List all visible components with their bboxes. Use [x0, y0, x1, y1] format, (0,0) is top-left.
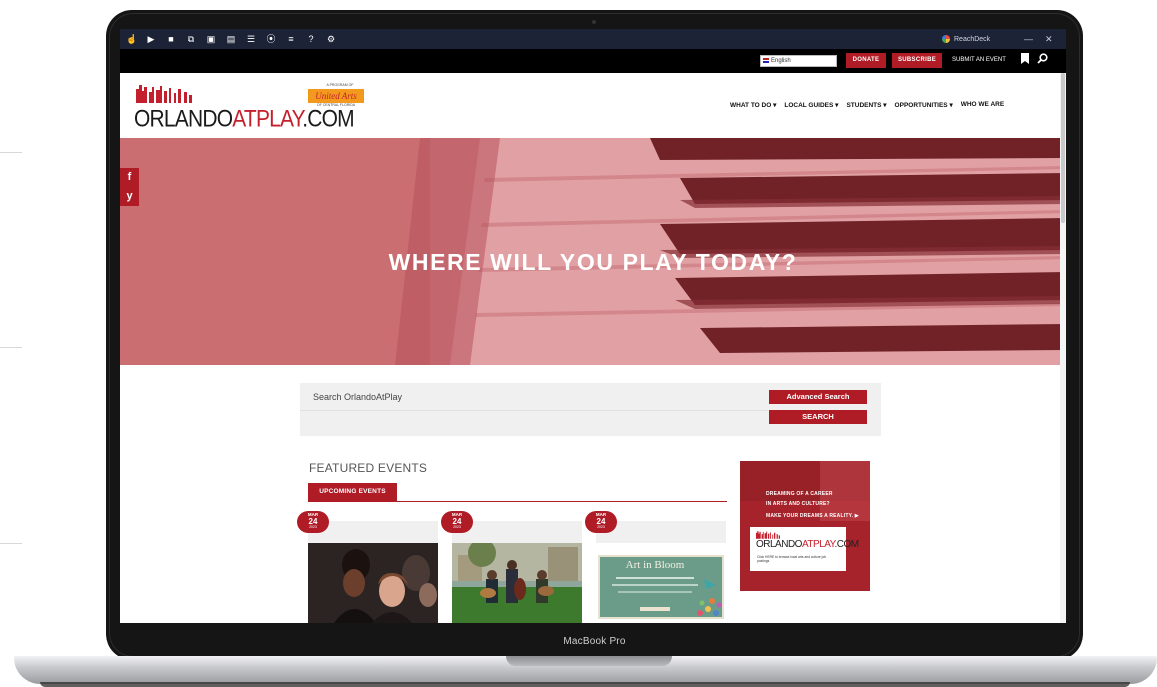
help-icon[interactable]: ?: [306, 29, 316, 49]
extension-toolbar: ☝ ▶ ■ ⧉ ▣ ▤ ☰ ⦿ ≡? ⚙ ReachDeck — ✕: [120, 29, 1066, 49]
twitter-icon[interactable]: y: [120, 187, 139, 206]
ad-logo-suffix: .COM: [834, 539, 860, 550]
hero-title: WHERE WILL YOU PLAY TODAY?: [388, 249, 798, 275]
copy-icon[interactable]: ⧉: [186, 29, 196, 49]
united-arts-subtitle: OF CENTRAL FLORIDA: [316, 103, 356, 107]
nav-who-we-are[interactable]: WHO WE ARE: [961, 101, 1004, 109]
event-image-band: [452, 543, 582, 623]
site-logo[interactable]: ORLANDOATPLAY.COM: [134, 106, 355, 134]
hand-icon[interactable]: ☝: [126, 29, 137, 49]
extension-icons: ☝ ▶ ■ ⧉ ▣ ▤ ☰ ⦿ ≡? ⚙: [126, 29, 336, 49]
ruler-icon[interactable]: ☰: [246, 29, 256, 49]
hero-banner: f y WHERE WILL YOU PLAY TODAY?: [120, 138, 1066, 365]
reachdeck-label: ReachDeck: [954, 35, 991, 43]
settings-icon[interactable]: ⚙: [326, 29, 336, 49]
stop-icon[interactable]: ■: [166, 29, 176, 49]
logo-prefix: ORLANDO: [134, 106, 233, 133]
ad-small-text: Click HERE to browse local arts and cult…: [757, 555, 827, 563]
submit-event-link[interactable]: SUBMIT AN EVENT: [952, 53, 1006, 68]
utility-bar: English DONATE SUBSCRIBE SUBMIT AN EVENT: [120, 49, 1066, 73]
main-nav: WHAT TO DO ▾ LOCAL GUIDES ▾ STUDENTS ▾ O…: [730, 101, 1004, 109]
side-divider: [0, 152, 22, 153]
event-date-badge: MAR 24 2023: [441, 511, 473, 533]
skyline-small-icon: [756, 531, 780, 539]
search-input[interactable]: [300, 383, 768, 411]
subscribe-button[interactable]: SUBSCRIBE: [892, 53, 942, 68]
search-button[interactable]: SEARCH: [769, 410, 867, 424]
ad-logo: ORLANDOATPLAY.COM: [756, 539, 859, 550]
donate-button[interactable]: DONATE: [846, 53, 886, 68]
featured-events-title: FEATURED EVENTS: [309, 461, 428, 475]
tab-underline: [308, 501, 727, 502]
reachdeck-brand[interactable]: ReachDeck: [942, 29, 990, 49]
play-icon[interactable]: ▶: [146, 29, 156, 49]
skyline-logo-icon[interactable]: [136, 83, 206, 103]
chat-icon[interactable]: ⦿: [266, 29, 276, 49]
event-year: 2023: [453, 524, 461, 529]
event-card[interactable]: [308, 521, 438, 623]
laptop-shadow: [40, 682, 1130, 687]
event-card[interactable]: [452, 521, 582, 623]
event-card[interactable]: Art in Bloom: [596, 521, 726, 623]
language-select[interactable]: English: [760, 55, 837, 67]
stage: MacBook Pro ☝ ▶ ■ ⧉ ▣ ▤ ☰ ⦿ ≡? ⚙ ReachDeck — ✕ En…: [0, 0, 1157, 687]
ad-line-2: IN ARTS AND CULTURE?: [766, 501, 830, 507]
page-scrollbar[interactable]: [1060, 73, 1066, 623]
language-label: English: [771, 58, 791, 64]
ad-logo-card: ORLANDOATPLAY.COM Click HERE to browse l…: [750, 527, 859, 571]
device-label: MacBook Pro: [563, 636, 626, 647]
laptop-notch: [506, 656, 672, 666]
arrow-right-icon: ▶: [854, 513, 859, 519]
minimize-button[interactable]: —: [1024, 29, 1033, 49]
reachdeck-logo-icon: [942, 35, 950, 43]
event-year: 2023: [309, 524, 317, 529]
ad-line-1: DREAMING OF A CAREER: [766, 491, 833, 497]
ad-line-3: MAKE YOUR DREAMS A REALITY. ▶: [766, 513, 859, 519]
facebook-icon[interactable]: f: [120, 168, 139, 187]
text-icon[interactable]: ≡: [286, 29, 296, 49]
event-image-art-in-bloom: Art in Bloom: [596, 543, 726, 623]
bookmark-icon[interactable]: [1021, 53, 1029, 68]
nav-opportunities[interactable]: OPPORTUNITIES ▾: [895, 101, 953, 109]
advanced-search-button[interactable]: Advanced Search: [769, 390, 867, 404]
search-panel: Advanced Search SEARCH: [300, 383, 881, 436]
camera: [592, 20, 596, 24]
save-icon[interactable]: ▤: [226, 29, 236, 49]
program-of-label: A PROGRAM OF: [326, 83, 354, 87]
site-header: ORLANDOATPLAY.COM A PROGRAM OF United Ar…: [120, 73, 1066, 138]
art-in-bloom-poster: Art in Bloom: [598, 555, 724, 619]
nav-students[interactable]: STUDENTS ▾: [846, 101, 886, 109]
event-image-choir: [308, 543, 438, 623]
browser-screen: ☝ ▶ ■ ⧉ ▣ ▤ ☰ ⦿ ≡? ⚙ ReachDeck — ✕ English DONATE…: [120, 29, 1066, 623]
careers-ad[interactable]: DREAMING OF A CAREER IN ARTS AND CULTURE…: [740, 461, 870, 591]
search-icon[interactable]: [1037, 53, 1048, 68]
side-divider: [0, 543, 22, 544]
logo-highlight: ATPLAY: [232, 106, 303, 133]
ad-logo-highlight: ATPLAY: [801, 539, 835, 550]
side-divider: [0, 347, 22, 348]
tab-upcoming-events[interactable]: UPCOMING EVENTS: [308, 483, 397, 501]
event-date-badge: MAR 24 2023: [297, 511, 329, 533]
nav-what-to-do[interactable]: WHAT TO DO ▾: [730, 101, 776, 109]
ad-logo-prefix: ORLANDO: [756, 539, 802, 550]
art-in-bloom-title: Art in Bloom: [625, 559, 685, 571]
nav-local-guides[interactable]: LOCAL GUIDES ▾: [784, 101, 838, 109]
ad-line-3-text: MAKE YOUR DREAMS A REALITY.: [766, 513, 854, 519]
logo-suffix: .COM: [302, 106, 354, 133]
united-arts-logo[interactable]: United Arts: [308, 89, 364, 103]
scroll-thumb[interactable]: [1061, 73, 1065, 223]
event-date-badge: MAR 24 2023: [585, 511, 617, 533]
event-year: 2023: [597, 524, 605, 529]
close-button[interactable]: ✕: [1045, 29, 1053, 49]
flag-icon: [763, 58, 769, 63]
picture-icon[interactable]: ▣: [206, 29, 216, 49]
